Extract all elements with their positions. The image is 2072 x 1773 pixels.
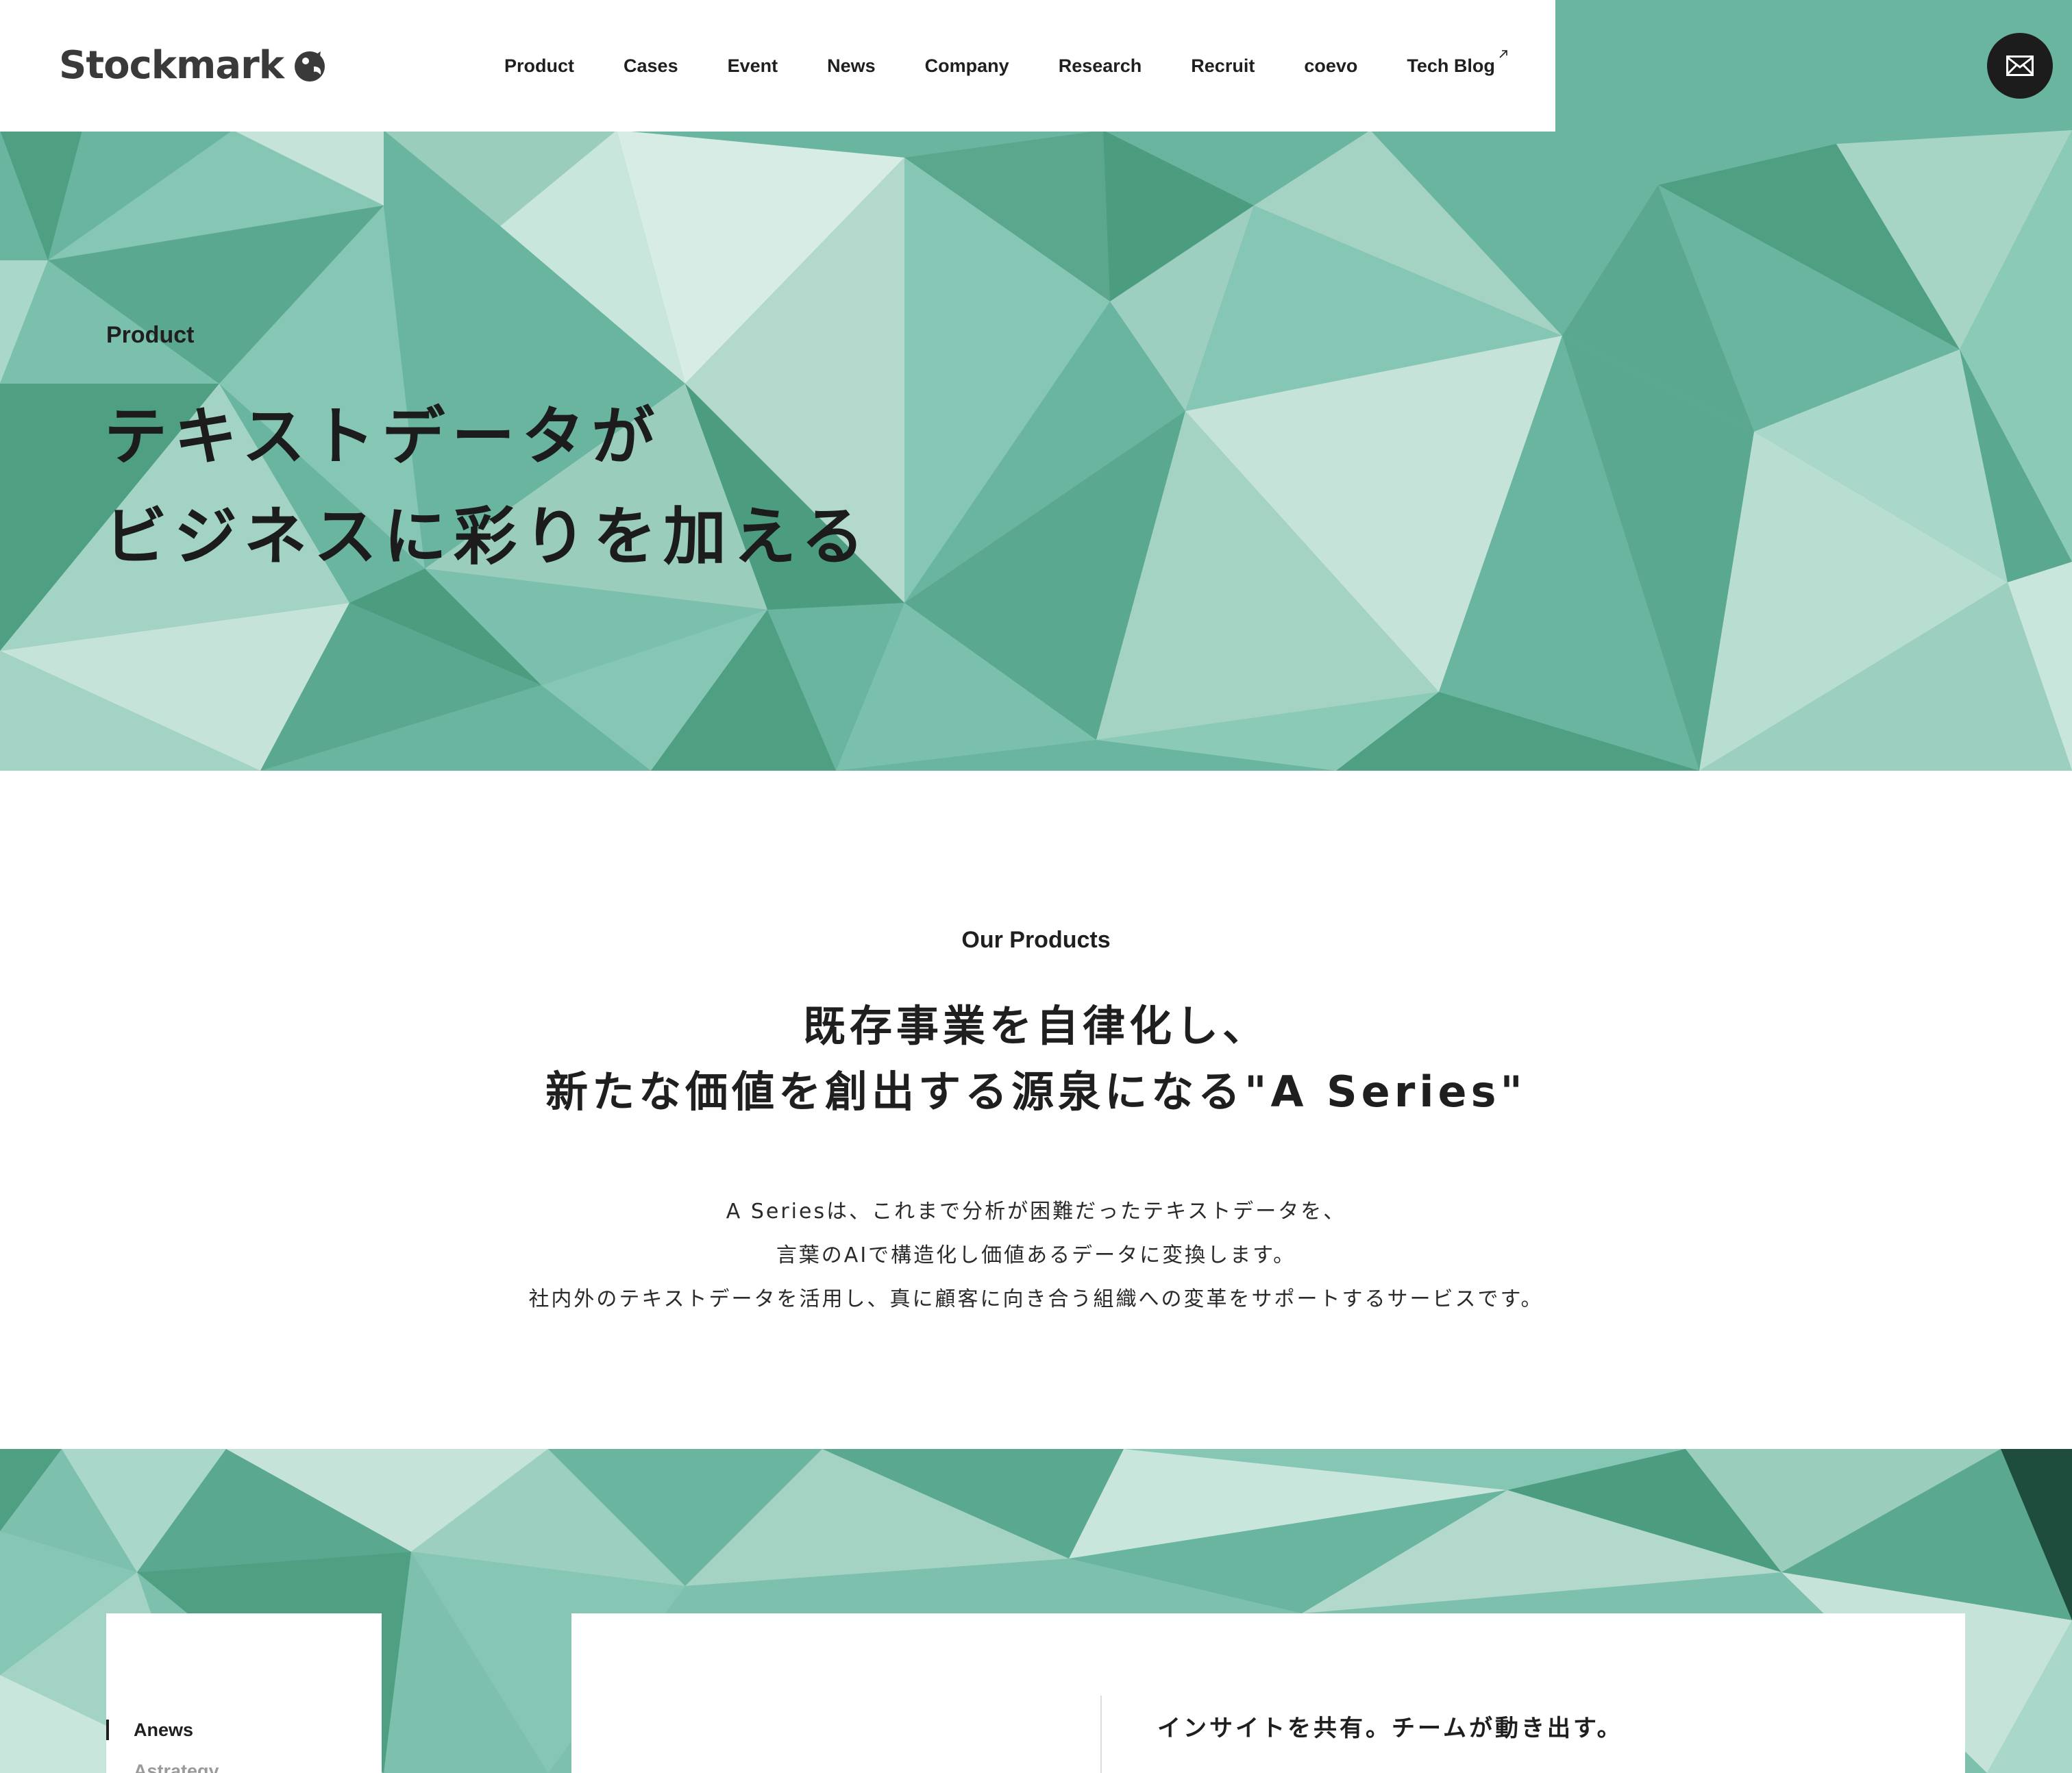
nav-tech-blog[interactable]: Tech Blog [1407, 49, 1507, 77]
product-tabs-card: Anews Astrategy [106, 1613, 382, 1773]
product-detail-card: インサイトを共有。チームが動き出す。 [571, 1613, 1965, 1773]
product-detail-section: Anews Astrategy インサイトを共有。チームが動き出す。 [0, 1449, 2072, 1773]
nav-company[interactable]: Company [925, 55, 1009, 77]
products-description-line-1: A Seriesは、これまで分析が困難だったテキストデータを、 [726, 1200, 1346, 1224]
external-link-icon [1499, 49, 1507, 58]
products-title: 既存事業を自律化し、 新たな価値を創出する源泉になる"A Series" [0, 993, 2072, 1125]
logo-squirrel-icon [295, 51, 325, 82]
product-detail-heading: インサイトを共有。チームが動き出す。 [1157, 1715, 1623, 1742]
our-products-section: Our Products 既存事業を自律化し、 新たな価値を創出する源泉になる"… [0, 771, 2072, 1449]
logo-text: Stockmark [59, 42, 284, 88]
nav-tech-blog-label: Tech Blog [1407, 55, 1495, 76]
hero-section: Stockmark Product Cases Event News Compa… [0, 0, 2072, 771]
nav-recruit[interactable]: Recruit [1191, 55, 1255, 77]
products-description-line-3: 社内外のテキストデータを活用し、真に顧客に向き合う組織への変革をサポートするサー… [528, 1287, 1544, 1311]
nav-cases[interactable]: Cases [624, 55, 678, 77]
products-title-line-2: 新たな価値を創出する源泉になる"A Series" [545, 1067, 1527, 1117]
product-tab-astrategy[interactable]: Astrategy [134, 1761, 219, 1773]
nav-event[interactable]: Event [728, 55, 778, 77]
nav-research[interactable]: Research [1059, 55, 1142, 77]
stockmark-logo[interactable]: Stockmark [59, 41, 328, 89]
nav-product[interactable]: Product [504, 55, 574, 77]
hero-title: テキストデータが ビジネスに彩りを加える [104, 387, 871, 587]
hero-label: Product [106, 322, 195, 348]
hero-title-line-1: テキストデータが [104, 400, 662, 473]
hero-title-line-2: ビジネスに彩りを加える [104, 500, 872, 573]
contact-mail-button[interactable] [1987, 33, 2053, 99]
products-description: A Seriesは、これまで分析が困難だったテキストデータを、 言葉のAIで構造… [0, 1190, 2072, 1322]
nav-coevo[interactable]: coevo [1304, 55, 1357, 77]
product-tab-anews[interactable]: Anews [106, 1720, 193, 1741]
card-divider [1100, 1696, 1102, 1773]
main-nav: Product Cases Event News Company Researc… [480, 0, 1520, 132]
nav-news[interactable]: News [827, 55, 876, 77]
products-description-line-2: 言葉のAIで構造化し価値あるデータに変換します。 [776, 1243, 1296, 1267]
products-label: Our Products [961, 927, 1111, 953]
products-title-line-1: 既存事業を自律化し、 [802, 1001, 1269, 1051]
mail-icon [2006, 55, 2034, 76]
site-header: Stockmark Product Cases Event News Compa… [0, 0, 1555, 132]
